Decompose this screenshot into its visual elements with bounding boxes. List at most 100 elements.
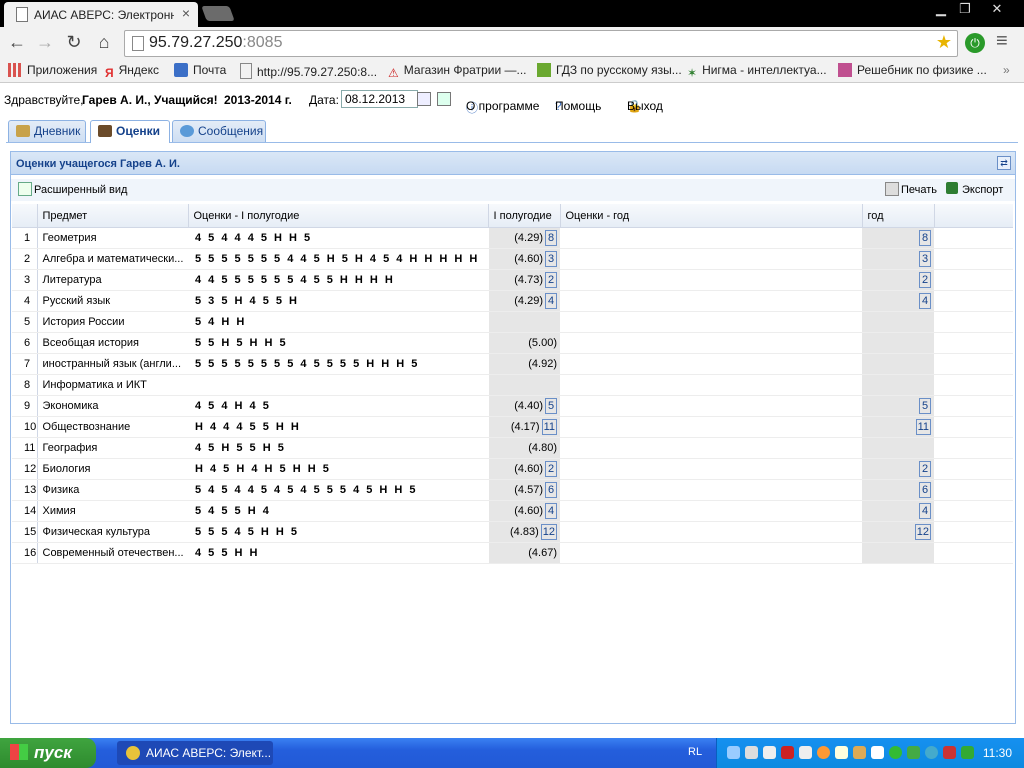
h1-grade-cell: (4.29) 8 xyxy=(487,227,560,249)
average-value: (4.40) xyxy=(514,400,543,412)
subject-cell: Биология xyxy=(37,458,188,480)
start-button[interactable]: пуск xyxy=(0,738,96,768)
bookmark-star-icon[interactable]: ★ xyxy=(936,32,952,53)
bookmark-nigma[interactable]: ✶ Нигма - интеллектуа... xyxy=(687,63,827,80)
bookmark-url[interactable]: http://95.79.27.250:8... xyxy=(240,63,377,79)
flash-icon[interactable] xyxy=(817,746,830,759)
address-bar[interactable]: 95.79.27.250:8085 ★ xyxy=(124,30,958,57)
extension-icon[interactable]: ⏻ xyxy=(965,33,985,53)
tab-grades[interactable]: Оценки xyxy=(90,120,170,143)
bookmark-gdz[interactable]: ГДЗ по русскому язы... xyxy=(537,63,682,77)
table-row[interactable]: 8 Информатика и ИКТ xyxy=(12,374,1013,396)
minimize-icon[interactable]: ▁ xyxy=(928,0,954,18)
taskbar-window-button[interactable]: АИАС АВЕРС: Элект... xyxy=(117,741,273,765)
date-field[interactable]: 08.12.2013 xyxy=(341,90,418,108)
row-number: 2 xyxy=(12,248,38,270)
more-bookmarks-icon[interactable]: » xyxy=(1003,63,1010,77)
restore-icon[interactable]: ❐ xyxy=(952,0,978,18)
marks-h1-cell: 5 4 Н Н xyxy=(188,311,488,333)
table-row[interactable]: 14 Химия 5 4 5 5 Н 4 (4.60) 4 4 xyxy=(12,500,1013,522)
menu-icon[interactable]: ≡ xyxy=(996,30,1008,53)
volume-icon[interactable] xyxy=(871,746,884,759)
marks-h1-cell: 5 5 5 5 5 5 5 4 4 5 Н 5 Н 4 5 4 Н Н Н Н … xyxy=(188,248,488,270)
row-number: 16 xyxy=(12,542,38,564)
marks-year-cell xyxy=(560,437,862,459)
header-h1[interactable]: I полугодие xyxy=(488,204,561,228)
table-row[interactable]: 15 Физическая культура 5 5 5 4 5 Н Н 5 (4.8… xyxy=(12,521,1013,543)
table-row[interactable]: 7 иностранный язык (англи... 5 5 5 5 5 5 5… xyxy=(12,353,1013,375)
tray-icon[interactable] xyxy=(889,746,902,759)
export-button[interactable]: Экспорт xyxy=(962,184,1003,196)
subject-cell: Обществознание xyxy=(37,416,188,438)
tray-icon[interactable] xyxy=(907,746,920,759)
today-icon[interactable] xyxy=(437,92,451,106)
marks-year-cell xyxy=(560,542,862,564)
tray-icon[interactable] xyxy=(943,746,956,759)
table-row[interactable]: 11 География 4 5 Н 5 5 Н 5 (4.80) xyxy=(12,437,1013,459)
tray-icon[interactable] xyxy=(763,746,776,759)
reload-icon[interactable]: ↻ xyxy=(63,31,85,53)
language-indicator[interactable]: RL xyxy=(688,746,702,758)
h1-grade-cell: (4.60) 4 xyxy=(487,500,560,522)
table-row[interactable]: 6 Всеобщая история 5 5 Н 5 Н Н 5 (5.00) xyxy=(12,332,1013,354)
tab-messages[interactable]: Сообщения xyxy=(172,120,266,142)
back-icon[interactable]: ← xyxy=(6,31,28,53)
table-row[interactable]: 16 Современный отечествен... 4 5 5 Н Н (4.6… xyxy=(12,542,1013,564)
tray-icon[interactable] xyxy=(835,746,848,759)
h1-grade-cell xyxy=(487,311,560,333)
subject-cell: Геометрия xyxy=(37,227,188,249)
tray-icon[interactable] xyxy=(925,746,938,759)
tray-icon[interactable] xyxy=(961,746,974,759)
filler-cell xyxy=(934,542,1013,564)
calendar-icon[interactable] xyxy=(417,92,431,106)
header-subject[interactable]: Предмет xyxy=(37,204,189,228)
close-window-icon[interactable]: ✕ xyxy=(984,0,1010,18)
year-count-badge: 6 xyxy=(919,482,931,498)
table-row[interactable]: 10 Обществознание Н 4 4 4 5 5 Н Н (4.17) 11 1… xyxy=(12,416,1013,438)
acrobat-icon[interactable] xyxy=(781,746,794,759)
extended-view-button[interactable]: Расширенный вид xyxy=(34,184,127,196)
h1-grade-cell: (4.17) 11 xyxy=(487,416,560,438)
table-row[interactable]: 9 Экономика 4 5 4 Н 4 5 (4.40) 5 5 xyxy=(12,395,1013,417)
table-row[interactable]: 5 История России 5 4 Н Н xyxy=(12,311,1013,333)
bookmark-yandex[interactable]: Я Яндекс xyxy=(105,63,159,80)
header-year[interactable]: год xyxy=(862,204,935,228)
h1-grade-cell: (4.83) 12 xyxy=(487,521,560,543)
h1-grade-cell: (4.57) 6 xyxy=(487,479,560,501)
header-marks-h1[interactable]: Оценки - I полугодие xyxy=(188,204,489,228)
network-icon[interactable] xyxy=(727,746,740,759)
print-button[interactable]: Печать xyxy=(901,184,937,196)
close-tab-icon[interactable]: × xyxy=(182,5,190,21)
average-value: (4.29) xyxy=(514,232,543,244)
bookmark-shop[interactable]: ⚠ Магазин Фратрии —... xyxy=(388,63,527,80)
forward-icon[interactable]: → xyxy=(34,31,56,53)
new-tab-button[interactable] xyxy=(201,6,235,21)
bookmark-apps[interactable]: Приложения xyxy=(8,63,97,77)
header-marks-year[interactable]: Оценки - год xyxy=(560,204,863,228)
browser-tab[interactable]: АИАС АВЕРС: Электронный × xyxy=(4,2,198,27)
tray-icon[interactable] xyxy=(853,746,866,759)
browser-toolbar: ← → ↻ ⌂ 95.79.27.250:8085 ★ ⏻ ≡ xyxy=(0,27,1024,60)
table-row[interactable]: 1 Геометрия 4 5 4 4 4 5 Н Н 5 (4.29) 8 8 xyxy=(12,227,1013,249)
year-grade-cell xyxy=(862,353,934,375)
warning-icon: ⚠ xyxy=(388,66,399,80)
table-row[interactable]: 2 Алгебра и математически... 5 5 5 5 5 5 5… xyxy=(12,248,1013,270)
tray-icon[interactable] xyxy=(745,746,758,759)
bookmark-mail[interactable]: Почта xyxy=(174,63,226,77)
filler-cell xyxy=(934,395,1013,417)
table-row[interactable]: 3 Литература 4 4 5 5 5 5 5 5 4 5 5 Н Н Н Н… xyxy=(12,269,1013,291)
tab-title: АИАС АВЕРС: Электронный xyxy=(34,8,174,22)
marks-h1-cell: 5 5 5 5 5 5 5 5 4 5 5 5 5 Н Н Н 5 xyxy=(188,353,488,375)
h1-grade-cell: (4.29) 4 xyxy=(487,290,560,312)
bookmark-physics[interactable]: Решебник по физике ... xyxy=(838,63,987,77)
refresh-icon[interactable]: ⇄ xyxy=(997,156,1011,170)
year-grade-cell: 6 xyxy=(862,479,934,501)
table-row[interactable]: 13 Физика 5 4 5 4 4 5 4 5 4 5 5 5 4 5 Н Н … xyxy=(12,479,1013,501)
table-row[interactable]: 4 Русский язык 5 3 5 Н 4 5 5 Н (4.29) 4 4 xyxy=(12,290,1013,312)
average-value: (4.83) xyxy=(510,526,539,538)
tab-diary[interactable]: Дневник xyxy=(8,120,86,142)
panel-toolbar: Расширенный вид Печать Экспорт xyxy=(11,179,1015,201)
table-row[interactable]: 12 Биология Н 4 5 Н 4 Н 5 Н Н 5 (4.60) 2 2 xyxy=(12,458,1013,480)
home-icon[interactable]: ⌂ xyxy=(93,31,115,53)
tray-icon[interactable] xyxy=(799,746,812,759)
